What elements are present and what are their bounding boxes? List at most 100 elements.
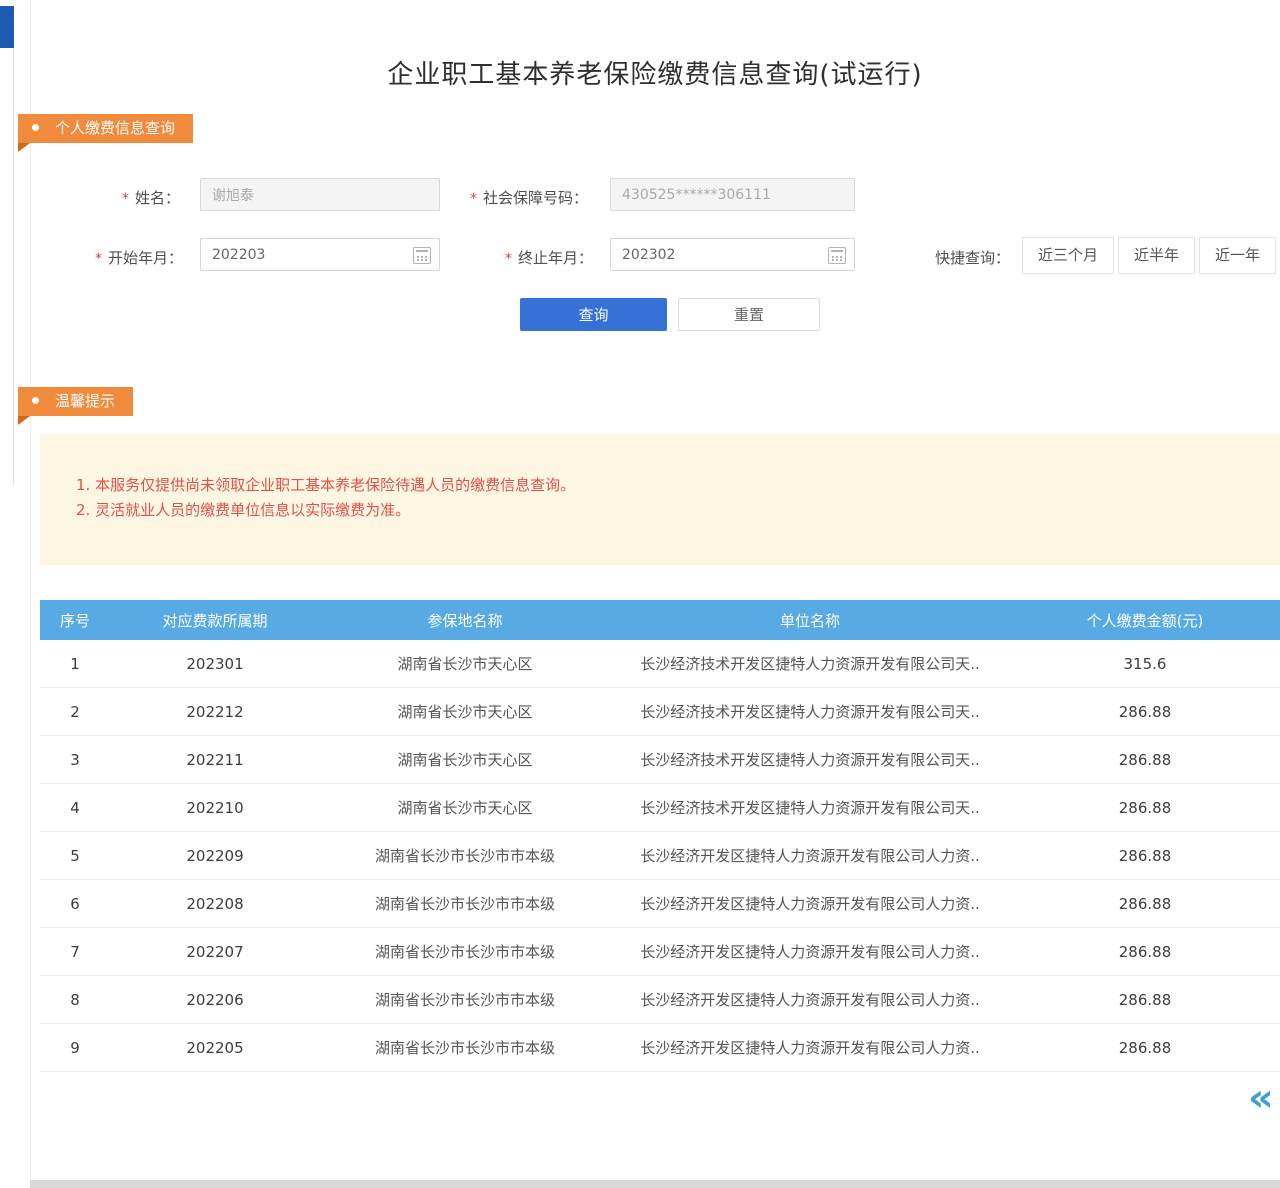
cell-area: 湖南省长沙市长沙市市本级 bbox=[320, 941, 610, 962]
required-mark: * bbox=[505, 251, 512, 267]
cell-index: 7 bbox=[40, 943, 110, 961]
cell-period: 202301 bbox=[110, 655, 320, 673]
ssn-input[interactable] bbox=[610, 178, 855, 211]
cell-index: 1 bbox=[40, 655, 110, 673]
cell-amount: 286.88 bbox=[1010, 1039, 1280, 1057]
table-row: 1 202301 湖南省长沙市天心区 长沙经济技术开发区捷特人力资源开发有限公司… bbox=[40, 640, 1280, 688]
cell-area: 湖南省长沙市长沙市市本级 bbox=[320, 893, 610, 914]
cell-area: 湖南省长沙市长沙市市本级 bbox=[320, 989, 610, 1010]
cell-area: 湖南省长沙市天心区 bbox=[320, 797, 610, 818]
section-badge-label: 温馨提示 bbox=[55, 392, 115, 410]
cell-company: 长沙经济技术开发区捷特人力资源开发有限公司天.. bbox=[610, 797, 1010, 818]
tip-line: 2. 灵活就业人员的缴费单位信息以实际缴费为准。 bbox=[76, 498, 1280, 523]
panel-left-border bbox=[30, 0, 31, 1188]
cell-period: 202209 bbox=[110, 847, 320, 865]
required-mark: * bbox=[95, 251, 102, 267]
start-month-input[interactable] bbox=[200, 238, 440, 271]
cell-amount: 286.88 bbox=[1010, 703, 1280, 721]
cell-period: 202206 bbox=[110, 991, 320, 1009]
table-header-row: 序号 对应费款所属期 参保地名称 单位名称 个人缴费金额(元) bbox=[40, 600, 1280, 640]
cell-period: 202212 bbox=[110, 703, 320, 721]
page-title: 企业职工基本养老保险缴费信息查询(试运行) bbox=[30, 54, 1280, 91]
cell-area: 湖南省长沙市长沙市市本级 bbox=[320, 845, 610, 866]
table-row: 9 202205 湖南省长沙市长沙市市本级 长沙经济开发区捷特人力资源开发有限公… bbox=[40, 1024, 1280, 1072]
quick-query-label: 快捷查询： bbox=[935, 247, 1010, 268]
double-left-chevron-icon[interactable]: « bbox=[1248, 1079, 1274, 1117]
section-badge-personal-payment-query: 个人缴费信息查询 bbox=[18, 114, 193, 143]
header-period: 对应费款所属期 bbox=[110, 610, 320, 631]
end-month-label: *终止年月： bbox=[505, 247, 593, 268]
ssn-field-wrap bbox=[610, 178, 855, 211]
cell-period: 202211 bbox=[110, 751, 320, 769]
quick-range-button[interactable]: 近半年 bbox=[1118, 237, 1195, 274]
table-row: 6 202208 湖南省长沙市长沙市市本级 长沙经济开发区捷特人力资源开发有限公… bbox=[40, 880, 1280, 928]
name-label: *姓名： bbox=[122, 187, 180, 208]
tip-line: 1. 本服务仅提供尚未领取企业职工基本养老保险待遇人员的缴费信息查询。 bbox=[76, 473, 1280, 498]
query-button[interactable]: 查询 bbox=[520, 298, 667, 331]
bullet-dot-icon bbox=[32, 397, 39, 404]
table-row: 8 202206 湖南省长沙市长沙市市本级 长沙经济开发区捷特人力资源开发有限公… bbox=[40, 976, 1280, 1024]
cell-amount: 286.88 bbox=[1010, 847, 1280, 865]
cell-index: 5 bbox=[40, 847, 110, 865]
cell-company: 长沙经济技术开发区捷特人力资源开发有限公司天.. bbox=[610, 701, 1010, 722]
cell-area: 湖南省长沙市长沙市市本级 bbox=[320, 1037, 610, 1058]
cell-company: 长沙经济开发区捷特人力资源开发有限公司人力资.. bbox=[610, 1037, 1010, 1058]
cell-period: 202208 bbox=[110, 895, 320, 913]
table-row: 7 202207 湖南省长沙市长沙市市本级 长沙经济开发区捷特人力资源开发有限公… bbox=[40, 928, 1280, 976]
cell-company: 长沙经济技术开发区捷特人力资源开发有限公司天.. bbox=[610, 653, 1010, 674]
quick-query-group: 近三个月近半年近一年 bbox=[1018, 237, 1276, 274]
calendar-icon[interactable] bbox=[413, 247, 431, 264]
start-month-field-wrap bbox=[200, 238, 440, 271]
table-row: 5 202209 湖南省长沙市长沙市市本级 长沙经济开发区捷特人力资源开发有限公… bbox=[40, 832, 1280, 880]
cell-area: 湖南省长沙市天心区 bbox=[320, 653, 610, 674]
bottom-scroll-track[interactable] bbox=[30, 1180, 1280, 1188]
table-row: 3 202211 湖南省长沙市天心区 长沙经济技术开发区捷特人力资源开发有限公司… bbox=[40, 736, 1280, 784]
cell-company: 长沙经济开发区捷特人力资源开发有限公司人力资.. bbox=[610, 941, 1010, 962]
quick-range-button[interactable]: 近三个月 bbox=[1022, 237, 1114, 274]
cell-amount: 286.88 bbox=[1010, 799, 1280, 817]
cell-period: 202205 bbox=[110, 1039, 320, 1057]
cell-area: 湖南省长沙市天心区 bbox=[320, 749, 610, 770]
cell-amount: 286.88 bbox=[1010, 895, 1280, 913]
sidebar-accent-block bbox=[0, 6, 14, 48]
required-mark: * bbox=[470, 191, 477, 207]
tips-notice-box: 1. 本服务仅提供尚未领取企业职工基本养老保险待遇人员的缴费信息查询。2. 灵活… bbox=[40, 434, 1280, 565]
header-index: 序号 bbox=[40, 610, 110, 631]
table-row: 4 202210 湖南省长沙市天心区 长沙经济技术开发区捷特人力资源开发有限公司… bbox=[40, 784, 1280, 832]
end-month-field-wrap bbox=[610, 238, 855, 271]
cell-period: 202210 bbox=[110, 799, 320, 817]
cell-amount: 286.88 bbox=[1010, 751, 1280, 769]
cell-amount: 286.88 bbox=[1010, 991, 1280, 1009]
ssn-label: *社会保障号码： bbox=[470, 187, 588, 208]
calendar-icon[interactable] bbox=[828, 247, 846, 264]
left-divider bbox=[13, 48, 14, 485]
section-badge-tips: 温馨提示 bbox=[18, 387, 133, 416]
start-month-label: *开始年月： bbox=[95, 247, 183, 268]
cell-company: 长沙经济技术开发区捷特人力资源开发有限公司天.. bbox=[610, 749, 1010, 770]
section-badge-label: 个人缴费信息查询 bbox=[55, 119, 175, 137]
reset-button[interactable]: 重置 bbox=[678, 298, 820, 331]
cell-company: 长沙经济开发区捷特人力资源开发有限公司人力资.. bbox=[610, 893, 1010, 914]
cell-index: 2 bbox=[40, 703, 110, 721]
name-input[interactable] bbox=[200, 178, 440, 211]
end-month-input[interactable] bbox=[610, 238, 855, 271]
cell-index: 4 bbox=[40, 799, 110, 817]
cell-index: 3 bbox=[40, 751, 110, 769]
header-area: 参保地名称 bbox=[320, 610, 610, 631]
header-company: 单位名称 bbox=[610, 610, 1010, 631]
cell-index: 6 bbox=[40, 895, 110, 913]
page: 企业职工基本养老保险缴费信息查询(试运行) 个人缴费信息查询 *姓名： *社会保… bbox=[0, 0, 1280, 1188]
payment-table: 序号 对应费款所属期 参保地名称 单位名称 个人缴费金额(元) 1 202301… bbox=[40, 600, 1280, 1072]
quick-range-button[interactable]: 近一年 bbox=[1199, 237, 1276, 274]
required-mark: * bbox=[122, 191, 129, 207]
bullet-dot-icon bbox=[32, 124, 39, 131]
name-field-wrap bbox=[200, 178, 440, 211]
cell-index: 9 bbox=[40, 1039, 110, 1057]
cell-amount: 315.6 bbox=[1010, 655, 1280, 673]
cell-amount: 286.88 bbox=[1010, 943, 1280, 961]
cell-area: 湖南省长沙市天心区 bbox=[320, 701, 610, 722]
cell-company: 长沙经济开发区捷特人力资源开发有限公司人力资.. bbox=[610, 989, 1010, 1010]
cell-index: 8 bbox=[40, 991, 110, 1009]
table-row: 2 202212 湖南省长沙市天心区 长沙经济技术开发区捷特人力资源开发有限公司… bbox=[40, 688, 1280, 736]
header-amount: 个人缴费金额(元) bbox=[1010, 610, 1280, 631]
